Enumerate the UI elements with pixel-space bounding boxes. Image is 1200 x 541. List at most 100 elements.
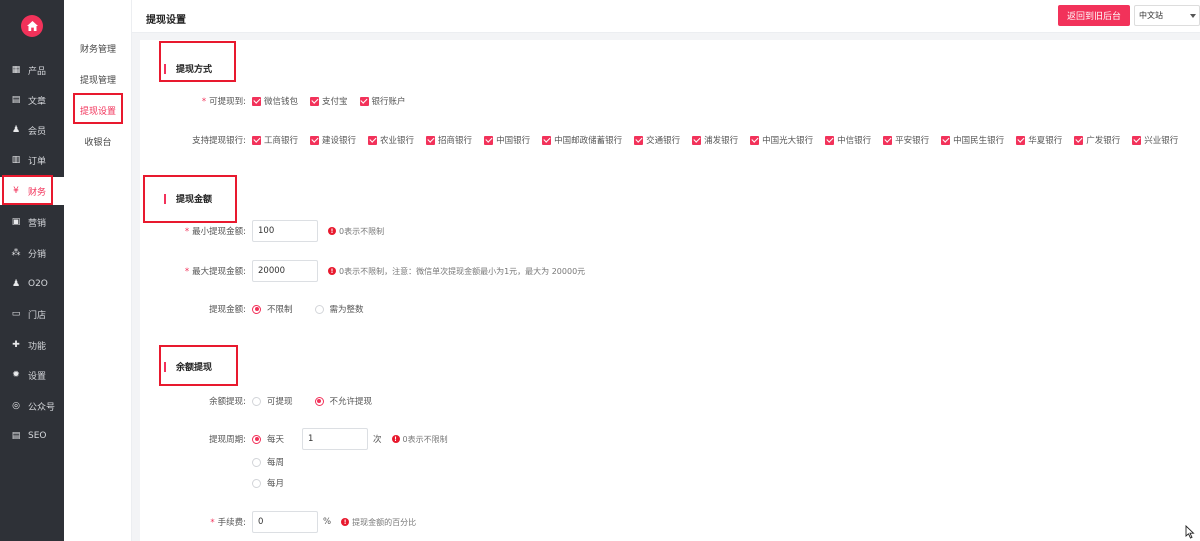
max-amount-input[interactable]: 20000 [252,260,318,282]
row-fee: * 手续费: 0 % ! 提现金额的百分比 [140,511,416,533]
gear-icon: ✹ [12,370,20,380]
checkbox-bank[interactable]: 中国银行 [484,134,530,146]
nav-item-marketing[interactable]: ▣ 营销 [0,208,64,236]
home-icon [21,15,43,37]
max-amount-label: * 最大提现金额: [140,265,252,277]
checkbox-checked-icon [750,135,760,145]
radio-monthly[interactable]: 每月 [252,477,284,489]
nav-item-product[interactable]: ▦ 产品 [0,56,64,84]
fee-label-text: 手续费: [217,518,246,528]
nav-item-wechat[interactable]: ◎ 公众号 [0,392,64,420]
nav-label: 设置 [28,371,47,382]
checkbox-label: 平安银行 [895,136,930,146]
checkbox-bank[interactable]: 农业银行 [368,134,414,146]
radio-label: 每周 [267,458,285,468]
checkbox-label: 微信钱包 [264,97,299,107]
nav-item-distribution[interactable]: ⁂ 分销 [0,239,64,267]
radio-integer[interactable]: 需为整数 [314,303,364,315]
checkbox-label: 中信银行 [837,136,872,146]
radio-weekly[interactable]: 每周 [252,456,284,468]
row-period-daily: 提现周期: 每天 1 次 ! 0表示不限制 [140,428,448,450]
nav-item-order[interactable]: ▥ 订单 [0,146,64,174]
row-channels: * 可提现到: 微信钱包 支付宝 银行账户 [140,95,418,107]
radio-label: 需为整数 [329,305,364,315]
checkbox-wechat-wallet[interactable]: 微信钱包 [252,95,298,107]
radio-unselected-icon [252,457,261,467]
checkbox-bank[interactable]: 中国民生银行 [941,134,1004,146]
radio-label: 不允许提现 [329,397,373,407]
balance-withdraw-label: 余额提现: [209,397,246,407]
nav-item-settings[interactable]: ✹ 设置 [0,361,64,389]
nav-label: 公众号 [28,402,56,413]
nav-item-article[interactable]: ▤ 文章 [0,86,64,114]
checkbox-bank[interactable]: 平安银行 [883,134,929,146]
checkbox-checked-icon [825,135,835,145]
checkbox-bank[interactable]: 交通银行 [634,134,680,146]
annotation-box-amount [143,175,237,223]
checkbox-checked-icon [692,135,702,145]
hint-text: 0表示不限制 [402,434,448,444]
radio-label: 不限制 [267,305,293,315]
period-count-input[interactable]: 1 [302,428,369,450]
fee-input[interactable]: 0 [252,511,318,533]
annotation-box-withdraw-settings [73,93,123,124]
nav-label: 文章 [28,96,47,107]
back-to-old-admin-button[interactable]: 返回到旧后台 [1058,5,1130,26]
radio-label: 每天 [267,435,285,445]
checkbox-checked-icon [941,135,951,145]
checkbox-bank-account[interactable]: 银行账户 [359,95,406,107]
info-icon: ! [328,227,336,235]
checkbox-bank[interactable]: 建设银行 [310,134,356,146]
document-icon: ▤ [11,95,21,105]
row-period-monthly: 每月 [140,477,306,489]
radio-disallow-withdraw[interactable]: 不允许提现 [314,395,373,407]
checkbox-bank[interactable]: 中国光大银行 [750,134,813,146]
nav-item-function[interactable]: ✚ 功能 [0,331,64,359]
checkbox-checked-icon [368,135,378,145]
checkbox-checked-icon [542,135,552,145]
checkbox-bank[interactable]: 华夏银行 [1016,134,1062,146]
checkbox-checked-icon [359,96,369,106]
grid-icon: ▦ [11,65,21,75]
radio-selected-icon [314,396,324,406]
radio-unlimited[interactable]: 不限制 [252,303,293,315]
nav-item-store[interactable]: ▭ 门店 [0,300,64,328]
checkbox-bank[interactable]: 招商银行 [426,134,472,146]
radio-allow-withdraw[interactable]: 可提现 [252,395,293,407]
gift-icon: ▣ [11,217,21,227]
checkbox-label: 中国光大银行 [762,136,814,146]
info-icon: ! [328,267,336,275]
store-icon: ▭ [11,309,21,319]
min-amount-input[interactable]: 100 [252,220,318,242]
channels-label: * 可提现到: [140,95,252,107]
o2o-user-icon: ♟ [11,279,21,289]
radio-label: 每月 [267,479,285,489]
checkbox-bank[interactable]: 中信银行 [825,134,871,146]
mouse-cursor-icon [1185,525,1195,539]
checkbox-bank[interactable]: 工商银行 [252,134,298,146]
checkbox-label: 中国民生银行 [953,136,1005,146]
language-select[interactable]: 中文站 [1134,5,1200,26]
submenu-item-finance-manage[interactable]: 财务管理 [64,42,132,55]
nav-item-member[interactable]: ♟ 会员 [0,116,64,144]
radio-daily[interactable]: 每天 [252,433,284,445]
checkbox-alipay[interactable]: 支付宝 [310,95,348,107]
checkbox-checked-icon [883,135,893,145]
submenu-item-withdraw-manage[interactable]: 提现管理 [64,73,132,86]
radio-selected-icon [252,434,261,444]
checkbox-bank[interactable]: 中国邮政储蓄银行 [542,134,622,146]
required-mark: * [210,518,215,528]
nav-label: 订单 [28,156,47,167]
submenu-item-cashier[interactable]: 收银台 [64,135,132,148]
nav-item-o2o[interactable]: ♟ O2O [0,270,64,298]
nav-label: 产品 [28,66,47,77]
home-logo[interactable] [0,0,64,52]
checkbox-label: 广发银行 [1086,136,1121,146]
checkbox-bank[interactable]: 广发银行 [1074,134,1120,146]
checkbox-bank[interactable]: 兴业银行 [1132,134,1178,146]
checkbox-checked-icon [484,135,494,145]
checkbox-bank[interactable]: 浦发银行 [692,134,738,146]
checkbox-label: 农业银行 [380,136,415,146]
period-label: 提现周期: [209,435,246,445]
nav-item-seo[interactable]: ▤ SEO [0,422,64,450]
